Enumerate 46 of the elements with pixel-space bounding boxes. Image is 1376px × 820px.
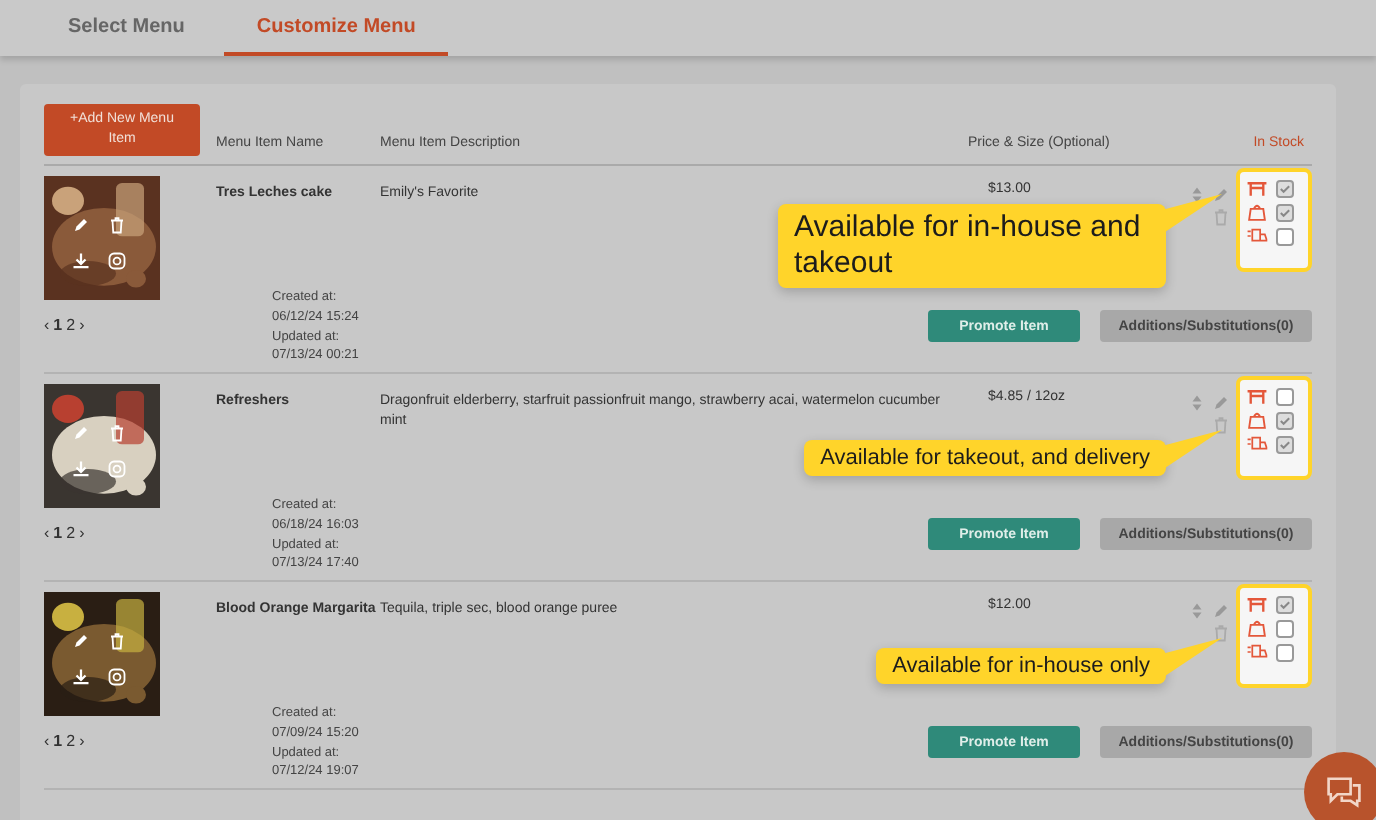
checkbox[interactable]	[1276, 435, 1294, 453]
page-arrow[interactable]: ›	[79, 316, 85, 334]
page-arrow[interactable]: ›	[79, 524, 85, 542]
chat-button[interactable]	[1304, 752, 1376, 820]
page-number[interactable]: 2	[66, 524, 76, 542]
sort-icon[interactable]	[1188, 394, 1206, 412]
truck-icon	[1246, 226, 1268, 246]
page-arrow[interactable]: ‹	[44, 732, 50, 750]
download-icon[interactable]	[72, 252, 90, 270]
callout-pointer	[1162, 194, 1222, 234]
download-icon[interactable]	[72, 460, 90, 478]
page-number[interactable]: 1	[53, 316, 63, 334]
instagram-icon[interactable]	[108, 252, 126, 270]
callout-pointer	[1162, 638, 1222, 678]
checkbox[interactable]	[1276, 643, 1294, 661]
pencil-icon[interactable]	[72, 632, 90, 650]
callout-pointer	[1162, 430, 1222, 470]
sort-icon[interactable]	[1188, 602, 1206, 620]
truck-icon	[1246, 642, 1268, 662]
page-arrow[interactable]: ‹	[44, 316, 50, 334]
pencil-icon[interactable]	[72, 216, 90, 234]
checkbox[interactable]	[1276, 595, 1294, 613]
instagram-icon[interactable]	[108, 668, 126, 686]
page-number[interactable]: 1	[53, 524, 63, 542]
checkbox[interactable]	[1276, 203, 1294, 221]
bag-icon	[1246, 618, 1268, 638]
page-number[interactable]: 2	[66, 732, 76, 750]
bag-icon	[1246, 410, 1268, 430]
checkbox[interactable]	[1276, 179, 1294, 197]
callout-bubble: Available for in-house and takeout	[778, 204, 1166, 288]
page-number[interactable]: 1	[53, 732, 63, 750]
table-icon	[1246, 386, 1268, 406]
checkbox[interactable]	[1276, 411, 1294, 429]
sort-icon[interactable]	[1188, 186, 1206, 204]
page-arrow[interactable]: ‹	[44, 524, 50, 542]
truck-icon	[1246, 434, 1268, 454]
table-icon	[1246, 594, 1268, 614]
table-icon	[1246, 178, 1268, 198]
checkbox[interactable]	[1276, 387, 1294, 405]
checkbox[interactable]	[1276, 227, 1294, 245]
instagram-icon[interactable]	[108, 460, 126, 478]
page-arrow[interactable]: ›	[79, 732, 85, 750]
bag-icon	[1246, 202, 1268, 222]
download-icon[interactable]	[72, 668, 90, 686]
checkbox[interactable]	[1276, 619, 1294, 637]
page-number[interactable]: 2	[66, 316, 76, 334]
